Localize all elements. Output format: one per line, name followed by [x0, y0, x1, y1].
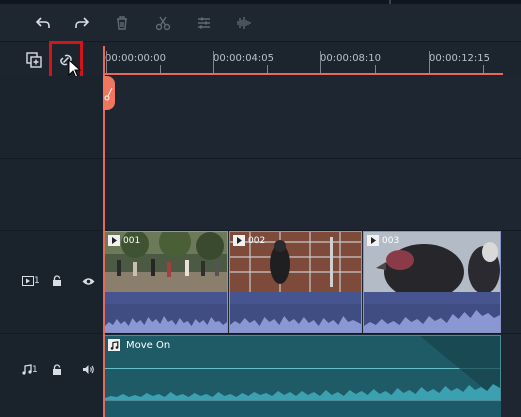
clip-name: 001	[123, 235, 141, 246]
sliders-icon	[198, 17, 210, 29]
video-lock-button[interactable]	[52, 275, 62, 287]
redo-button[interactable]	[70, 11, 94, 35]
playhead-line-top	[103, 46, 105, 76]
delete-button[interactable]	[110, 11, 134, 35]
ruler-tick	[375, 65, 376, 73]
clip-waveform	[364, 304, 500, 332]
audio-track-number: 1	[32, 364, 38, 375]
audio-track-header: 1	[0, 334, 103, 417]
timecode-2: 00:00:08:10	[320, 53, 382, 64]
ruler-tick	[429, 51, 430, 73]
audio-track-label: 1	[22, 364, 38, 375]
clip-waveform	[105, 304, 227, 332]
video-track-label: 1	[22, 276, 40, 286]
clip-waveform	[230, 304, 361, 332]
redo-icon	[75, 17, 90, 28]
cut-button[interactable]	[151, 11, 175, 35]
scissors-icon	[104, 87, 113, 101]
playhead-line	[103, 76, 105, 417]
lock-icon	[53, 275, 61, 286]
audio-volume-button[interactable]	[82, 364, 95, 375]
clip-name: 002	[248, 235, 266, 246]
speaker-icon	[83, 365, 94, 374]
clip-name: 003	[382, 235, 400, 246]
timecode-1: 00:00:04:05	[213, 53, 275, 64]
audio-button[interactable]	[231, 11, 255, 35]
time-ruler[interactable]: 00:00:00:00 00:00:04:05 00:00:08:10 00:0…	[103, 43, 521, 76]
ruler-tick	[267, 65, 268, 73]
clip-label: 001	[108, 235, 140, 246]
ruler-tick	[213, 51, 214, 73]
video-clip-1[interactable]: 001	[104, 231, 228, 333]
lock-icon	[53, 364, 61, 375]
add-track-icon	[26, 52, 42, 68]
video-clip-2[interactable]: 002	[229, 231, 362, 333]
ruler-tick	[160, 65, 161, 73]
row-divider	[0, 158, 521, 159]
ruler-tick	[483, 65, 484, 73]
audio-clip-label: Move On	[108, 339, 170, 351]
eye-icon	[82, 278, 95, 285]
undo-icon	[35, 17, 50, 28]
scissors-icon	[155, 16, 171, 31]
timeline-toolbar	[0, 4, 521, 42]
music-note-icon	[22, 364, 32, 375]
play-icon	[367, 235, 379, 246]
play-icon	[108, 235, 120, 246]
video-track-header: 1	[0, 231, 103, 333]
trash-icon	[117, 16, 127, 30]
video-track-icon	[22, 276, 34, 286]
ruler-playback-range	[103, 73, 503, 75]
clip-label: 002	[233, 235, 265, 246]
audio-track-lower	[104, 401, 501, 417]
audio-clip[interactable]: Move On	[104, 335, 501, 401]
video-visibility-button[interactable]	[82, 277, 95, 286]
audio-clip-name: Move On	[126, 339, 171, 351]
undo-button[interactable]	[31, 11, 55, 35]
play-icon	[233, 235, 245, 246]
audio-wave-icon	[237, 17, 251, 29]
timecode-0: 00:00:00:00	[105, 53, 167, 64]
ruler-tick	[106, 51, 107, 73]
audio-waveform	[105, 384, 500, 400]
video-clip-3[interactable]: 003	[363, 231, 501, 333]
playhead-handle[interactable]	[103, 76, 115, 110]
ruler-tick	[320, 51, 321, 73]
timecode-3: 00:00:12:15	[429, 53, 491, 64]
video-track-number: 1	[34, 276, 40, 286]
add-track-button[interactable]	[23, 49, 45, 71]
audio-lock-button[interactable]	[52, 364, 62, 376]
adjust-button[interactable]	[192, 11, 216, 35]
music-note-icon	[108, 339, 120, 351]
clip-label: 003	[367, 235, 399, 246]
